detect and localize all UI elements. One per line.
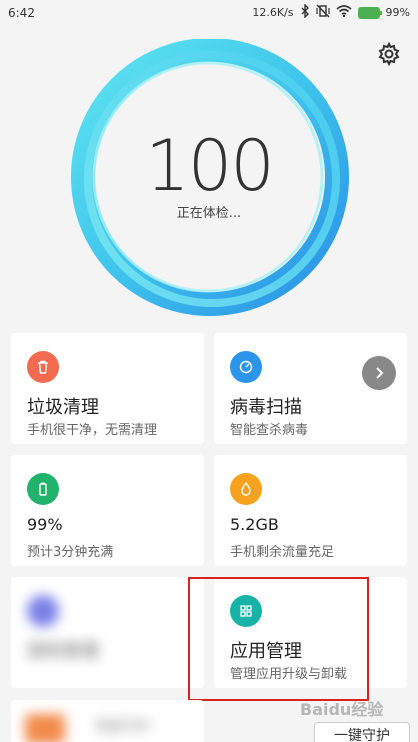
trash-icon [27,351,59,383]
one-key-guard-button[interactable]: 一键守护 [314,722,410,742]
card-title: 5.2GB [230,515,279,534]
card-subtitle: 手机剩余流量充足 [230,545,335,560]
card-battery[interactable]: 99% 预计3分钟充满 [11,455,204,566]
scan-status: 正在体检... [176,206,242,221]
watermark: Baidu经验 [300,700,384,719]
status-right: 12.6K/s 99% [252,3,410,21]
card-title: 垃圾清理 [27,397,99,418]
next-arrow-button[interactable] [362,356,396,390]
permission-icon [27,595,59,627]
chevron-right-icon [376,367,384,379]
card-subtitle: 智能查杀病毒 [230,423,309,438]
card-junk-cleanup[interactable]: 垃圾清理 手机很干净，无需清理 [11,333,204,444]
battery-charge-icon [27,473,59,505]
card-subtitle: 预计3分钟充满 [27,545,114,560]
card-permissions[interactable]: 授权管理 [11,577,204,688]
data-drop-icon [230,473,262,505]
card-subtitle: 手机很干净，无需清理 [27,423,158,438]
card-family-guard[interactable]: 家庭守护 [11,700,204,742]
scan-gauge-icon [230,351,262,383]
battery-icon [357,6,382,19]
card-title: 家庭守护 [95,719,151,735]
vibrate-icon [315,4,330,21]
battery-level: 99% [385,6,410,19]
card-data-usage[interactable]: 5.2GB 手机剩余流量充足 [214,455,407,566]
card-title: 99% [27,515,63,534]
health-score: 100 [145,125,275,207]
settings-gear-icon[interactable] [377,41,401,67]
bluetooth-icon [300,3,310,21]
status-bar: 6:42 12.6K/s 99% [0,0,418,28]
network-speed: 12.6K/s [252,6,294,19]
card-title: 授权管理 [27,641,99,662]
card-title: 病毒扫描 [230,397,302,418]
status-time: 6:42 [8,6,35,20]
wifi-icon [336,5,352,20]
family-guard-icon [25,714,65,742]
highlight-box [188,577,369,701]
